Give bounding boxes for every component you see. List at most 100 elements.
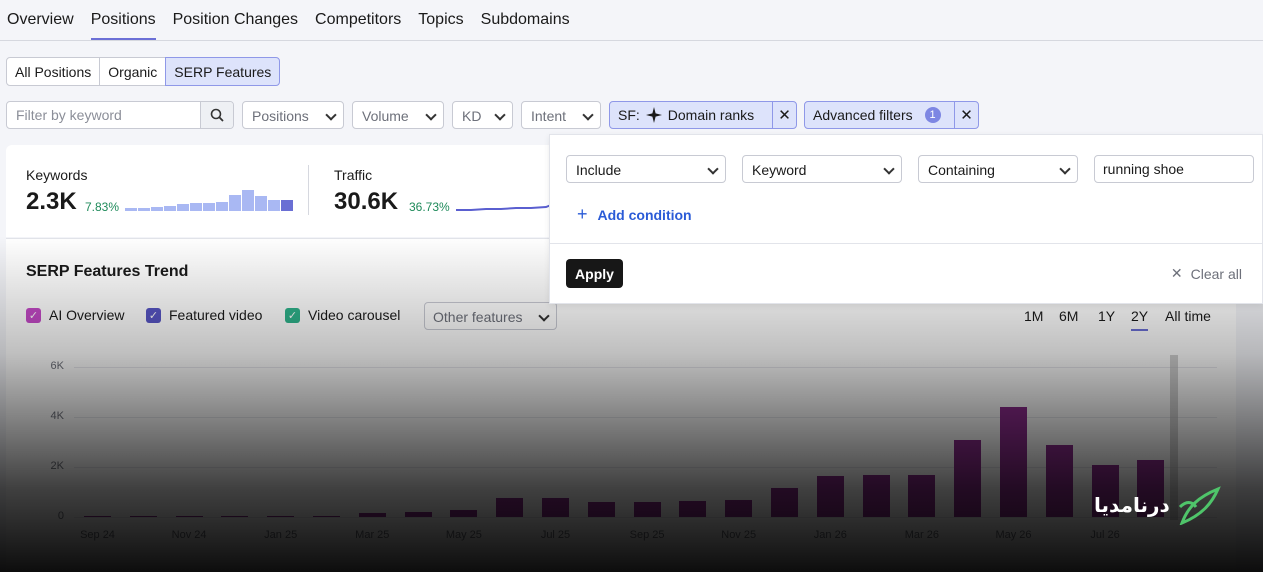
advanced-filters-text: Advanced filters	[813, 107, 913, 123]
legend-ai-overview-label: AI Overview	[49, 307, 125, 323]
chart-bar[interactable]	[908, 474, 936, 517]
close-icon: ✕	[1170, 265, 1183, 281]
chart-bar[interactable]	[450, 509, 478, 517]
chart-bar[interactable]	[725, 499, 753, 517]
range-6m[interactable]: 6M	[1059, 308, 1078, 324]
chevron-down-icon	[325, 109, 337, 121]
x-tick-label: May 26	[995, 529, 1032, 541]
sf-filter-chip[interactable]: SF: Domain ranks ✕	[609, 101, 797, 129]
chevron-down-icon	[707, 163, 719, 175]
chart-bar[interactable]	[542, 498, 569, 517]
advanced-filters-label: Advanced filters 1	[805, 102, 954, 128]
keywords-delta: 7.83%	[85, 200, 120, 214]
chart-bar[interactable]	[816, 475, 844, 517]
subtab-all-positions[interactable]: All Positions	[6, 57, 101, 86]
positions-dropdown[interactable]: Positions	[242, 101, 344, 129]
chart-bar[interactable]	[771, 488, 798, 517]
x-tick-label: Nov 24	[171, 529, 207, 541]
other-features-dropdown[interactable]: Other features	[424, 302, 557, 330]
range-2y[interactable]: 2Y	[1131, 308, 1149, 331]
legend-featured-video-label: Featured video	[169, 307, 263, 323]
chart-bar[interactable]	[954, 439, 982, 517]
clear-all-button[interactable]: ✕ Clear all	[1171, 265, 1242, 282]
field-dropdown[interactable]: Keyword	[742, 155, 902, 183]
traffic-delta: 36.73%	[409, 200, 450, 214]
operator-label: Containing	[928, 162, 995, 178]
intent-dropdown[interactable]: Intent	[521, 101, 601, 129]
chart-bar[interactable]	[1000, 407, 1027, 517]
range-1m[interactable]: 1M	[1024, 308, 1043, 324]
x-tick-label: Sep 25	[629, 529, 665, 541]
subtab-organic[interactable]: Organic	[99, 57, 167, 86]
keywords-value: 2.3K	[26, 188, 77, 215]
search-icon	[210, 108, 224, 122]
grid-line	[74, 367, 1217, 368]
chevron-down-icon	[494, 109, 506, 121]
chart-bar[interactable]	[587, 502, 615, 517]
advanced-filters-count: 1	[924, 107, 941, 123]
legend-featured-video[interactable]: ✓ Featured video	[146, 307, 262, 323]
chart-bar[interactable]	[862, 474, 890, 517]
legend-ai-overview[interactable]: ✓ AI Overview	[26, 307, 124, 323]
chart-bar[interactable]	[679, 500, 707, 517]
chart-bar[interactable]	[84, 516, 111, 517]
chart-bar[interactable]	[404, 512, 432, 517]
range-all-time[interactable]: All time	[1165, 308, 1211, 324]
volume-dropdown[interactable]: Volume	[352, 101, 444, 129]
sf-value: Domain ranks	[667, 107, 755, 123]
checkbox-checked-icon: ✓	[26, 307, 41, 323]
chart-bar[interactable]	[313, 516, 340, 517]
search-button[interactable]	[200, 102, 233, 128]
tab-competitors[interactable]: Competitors	[315, 0, 401, 40]
volume-label: Volume	[362, 108, 409, 124]
x-tick-label: May 25	[445, 529, 482, 541]
advanced-filters-chip[interactable]: Advanced filters 1 ✕	[804, 101, 979, 129]
remove-sf-filter-button[interactable]: ✕	[772, 102, 796, 128]
tab-subdomains[interactable]: Subdomains	[481, 0, 570, 40]
operator-dropdown[interactable]: Containing	[918, 155, 1078, 183]
chart-bar[interactable]	[358, 513, 386, 517]
add-condition-button[interactable]: + Add condition	[577, 204, 692, 225]
tab-overview[interactable]: Overview	[7, 0, 74, 40]
chart-bar[interactable]	[129, 516, 157, 517]
grid-line	[74, 517, 1217, 518]
remove-advanced-filter-button[interactable]: ✕	[954, 102, 978, 128]
x-tick-label: Jan 25	[264, 529, 298, 541]
positions-label: Positions	[252, 108, 309, 124]
chart-bar[interactable]	[221, 516, 249, 517]
keywords-label: Keywords	[26, 167, 88, 183]
advanced-filters-panel: Include Keyword Containing + Add conditio…	[549, 134, 1263, 304]
x-tick-label: Jul 25	[540, 529, 571, 541]
range-1y[interactable]: 1Y	[1098, 308, 1115, 324]
apply-button[interactable]: Apply	[566, 259, 623, 288]
leaf-logo-icon	[1178, 486, 1221, 525]
sub-tabs: All Positions Organic SERP Features	[6, 57, 281, 86]
legend-video-carousel[interactable]: ✓ Video carousel	[285, 307, 400, 323]
chart-bar[interactable]	[175, 516, 203, 517]
checkbox-checked-icon: ✓	[146, 307, 161, 323]
checkbox-checked-icon: ✓	[285, 307, 300, 323]
tab-positions[interactable]: Positions	[90, 0, 156, 40]
keyword-filter	[6, 101, 234, 129]
chart-bar[interactable]	[1045, 444, 1073, 517]
tab-position-changes[interactable]: Position Changes	[173, 0, 298, 40]
kd-label: KD	[462, 108, 482, 124]
sf-prefix: SF:	[618, 107, 640, 123]
y-tick-label: 0	[57, 510, 64, 522]
condition-value-input[interactable]	[1094, 155, 1254, 183]
y-tick-label: 4K	[50, 410, 64, 422]
chart-bar[interactable]	[267, 515, 295, 517]
watermark-text: درنامدیا	[1094, 493, 1170, 517]
subtab-serp-features[interactable]: SERP Features	[165, 57, 281, 86]
keyword-filter-input[interactable]	[7, 102, 201, 128]
chart-bar[interactable]	[633, 502, 661, 517]
trend-title: SERP Features Trend	[26, 263, 189, 280]
chart-bar[interactable]	[496, 498, 524, 517]
tab-topics[interactable]: Topics	[418, 0, 463, 40]
include-dropdown[interactable]: Include	[566, 155, 726, 183]
close-icon: ✕	[778, 107, 791, 124]
legend-video-carousel-label: Video carousel	[308, 307, 401, 323]
watermark-logo: درنامدیا	[1094, 485, 1222, 525]
x-tick-label: Sep 24	[80, 529, 115, 541]
kd-dropdown[interactable]: KD	[452, 101, 513, 129]
